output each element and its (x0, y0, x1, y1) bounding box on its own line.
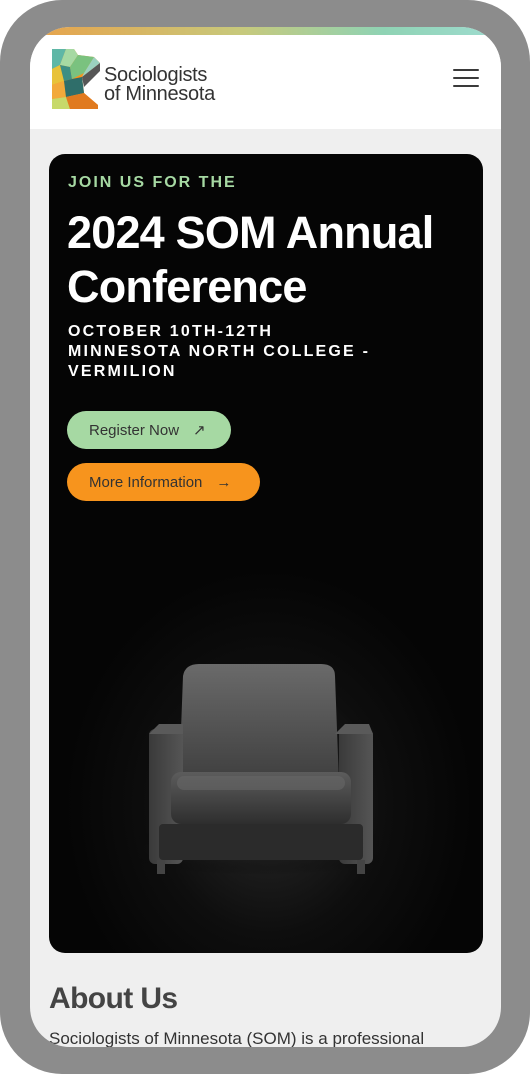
hero-details: OCTOBER 10TH-12TH MINNESOTA NORTH COLLEG… (68, 322, 370, 382)
conference-date: OCTOBER 10TH-12TH (68, 323, 274, 340)
arrow-up-right-icon: ↗ (193, 422, 206, 439)
device-frame: Sociologists of Minnesota JOIN US FOR TH… (0, 0, 530, 1074)
site-logo[interactable]: Sociologists of Minnesota (48, 47, 258, 111)
logo-wordmark: Sociologists of Minnesota (104, 65, 215, 105)
menu-line (453, 69, 479, 71)
about-us-heading: About Us (49, 982, 178, 1015)
menu-line (453, 85, 479, 87)
hero-eyebrow: JOIN US FOR THE (68, 174, 237, 191)
minnesota-map-mosaic-icon (52, 49, 100, 109)
about-us-text: Sociologists of Minnesota (SOM) is a pro… (49, 1029, 425, 1047)
armchair-image (139, 664, 379, 874)
register-now-label: Register Now (89, 421, 180, 439)
top-accent-bar (30, 27, 501, 35)
screen: Sociologists of Minnesota JOIN US FOR TH… (30, 27, 501, 1047)
conference-location-line-1: MINNESOTA NORTH COLLEGE - (68, 343, 371, 360)
more-information-button[interactable]: More Information → (67, 463, 260, 501)
more-information-label: More Information (89, 473, 203, 491)
conference-hero: JOIN US FOR THE 2024 SOM Annual Conferen… (49, 154, 483, 953)
menu-line (453, 77, 479, 79)
arrow-right-icon: → (216, 473, 232, 491)
logo-line-2: of Minnesota (104, 83, 215, 105)
site-header: Sociologists of Minnesota (30, 35, 501, 129)
hamburger-menu-icon[interactable] (453, 69, 479, 89)
conference-location-line-2: VERMILION (68, 363, 177, 380)
register-now-button[interactable]: Register Now ↗ (67, 411, 231, 449)
hero-title: 2024 SOM Annual Conference (67, 207, 434, 312)
